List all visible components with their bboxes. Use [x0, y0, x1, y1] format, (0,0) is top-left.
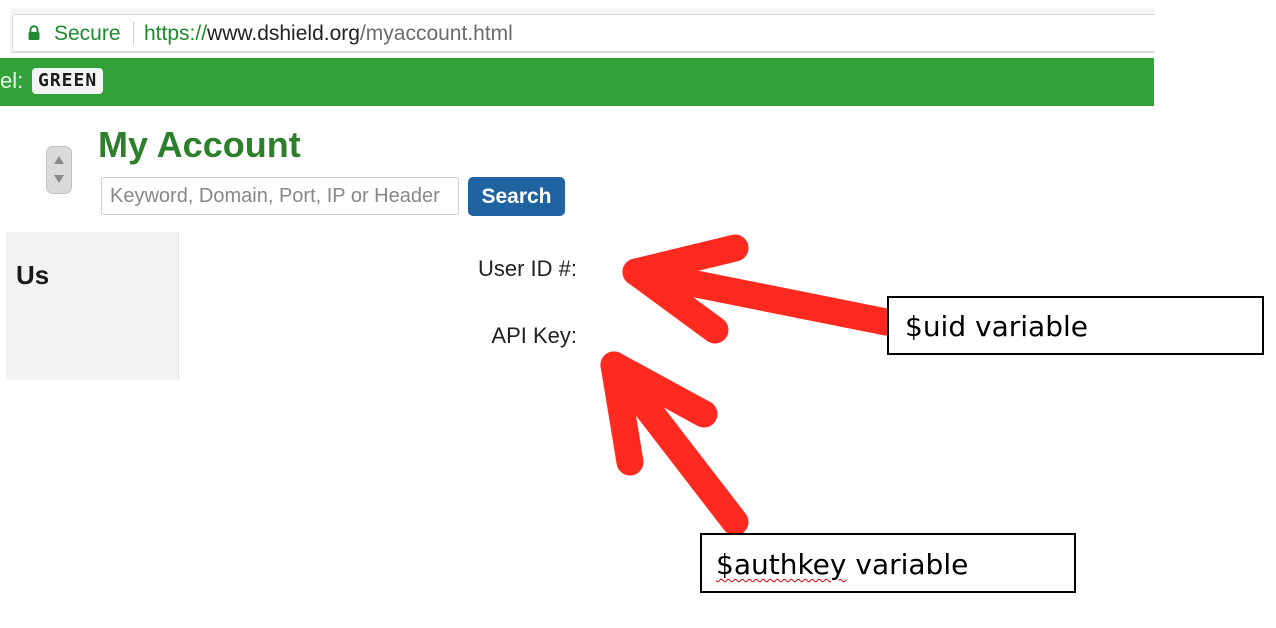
page-title: My Account: [98, 124, 301, 165]
authkey-suffix: variable: [846, 548, 969, 581]
url-host: www.dshield.org: [207, 22, 360, 45]
url-field[interactable]: Secure https://www.dshield.org/myaccount…: [12, 14, 1155, 52]
threat-level-banner: el: GREEN: [0, 58, 1154, 106]
authkey-arrow: [600, 351, 749, 536]
search-input[interactable]: [101, 177, 459, 215]
threat-level-badge[interactable]: GREEN: [32, 68, 104, 94]
sidebar: Us: [6, 232, 179, 380]
api-key-label: API Key:: [491, 323, 577, 348]
authkey-callout: $authkey variable: [700, 533, 1076, 593]
lock-icon: [28, 25, 40, 40]
sidebar-heading: Us: [16, 260, 50, 290]
url-text[interactable]: https://www.dshield.org/myaccount.html: [144, 22, 513, 46]
secure-label: Secure: [54, 22, 121, 45]
url-scheme: https://: [144, 22, 208, 45]
browser-address-bar: Secure https://www.dshield.org/myaccount…: [10, 8, 1155, 53]
scroll-stepper[interactable]: [46, 146, 72, 194]
uid-suffix: variable: [966, 310, 1088, 343]
chevron-up-icon[interactable]: [52, 154, 66, 166]
chevron-down-icon[interactable]: [52, 173, 66, 185]
uid-callout: $uid variable: [887, 296, 1264, 355]
user-id-label: User ID #:: [477, 256, 577, 281]
uid-variable: $uid: [905, 310, 967, 343]
uid-arrow: [622, 234, 900, 344]
threat-level-prefix: el:: [0, 68, 24, 93]
url-path: /myaccount.html: [359, 22, 513, 45]
search-button[interactable]: Search: [468, 177, 565, 216]
address-separator: [133, 21, 134, 45]
authkey-variable: $authkey: [716, 548, 847, 581]
